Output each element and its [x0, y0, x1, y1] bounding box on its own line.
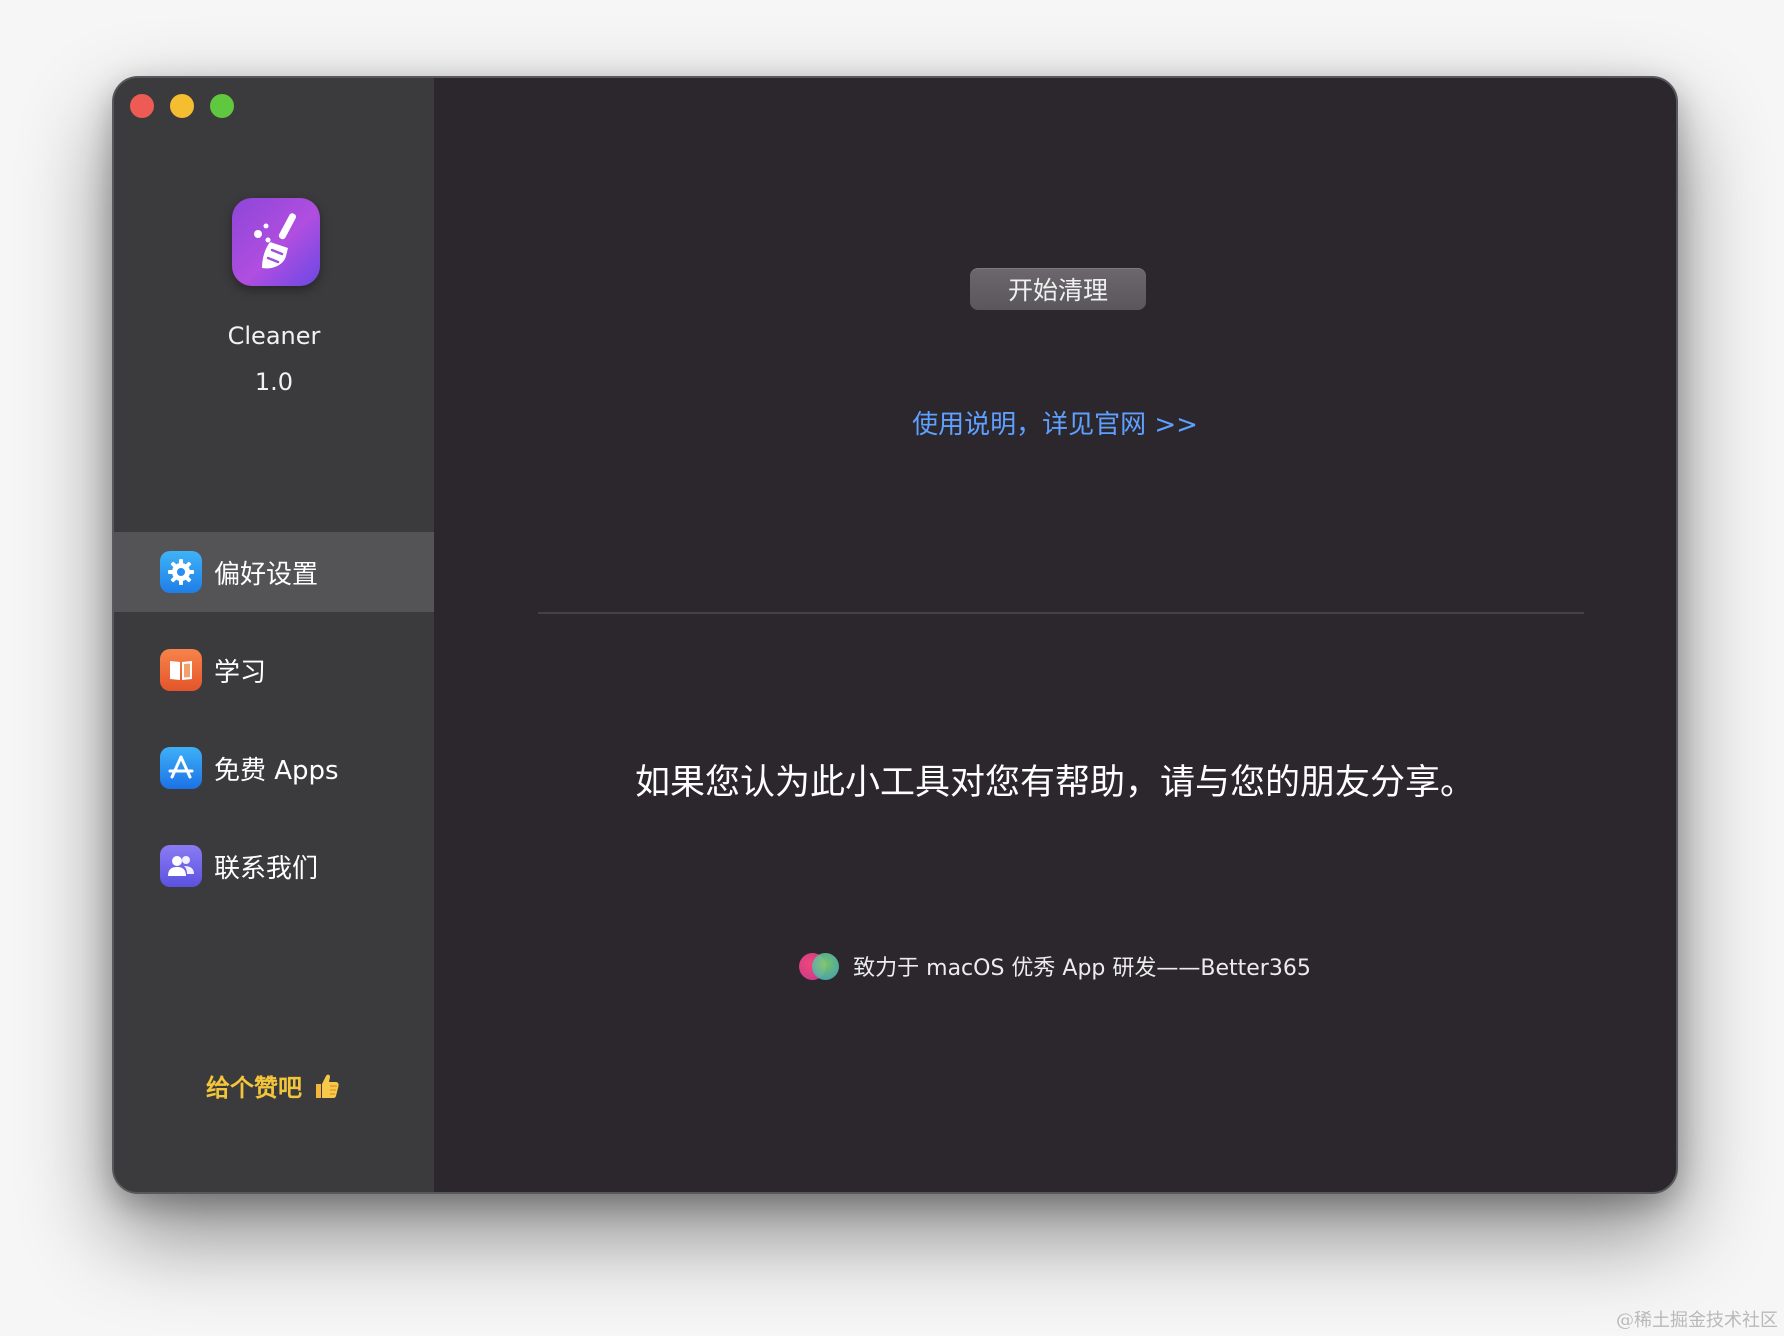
sidebar-item-preferences[interactable]: 偏好设置: [114, 532, 434, 612]
better365-logo-icon: [799, 951, 841, 981]
sidebar-item-label: 学习: [214, 657, 267, 688]
share-message: 如果您认为此小工具对您有帮助，请与您的朋友分享。: [634, 763, 1475, 803]
app-version: 1.0: [254, 368, 294, 396]
zoom-window-button[interactable]: [210, 94, 234, 118]
sidebar-item-learn[interactable]: 学习: [114, 630, 434, 710]
sidebar-item-free-apps[interactable]: 免费 Apps: [114, 728, 434, 808]
like-row[interactable]: 给个赞吧: [114, 1068, 434, 1103]
docs-link[interactable]: 使用说明，详见官网 >>: [434, 404, 1676, 441]
book-icon: [160, 649, 202, 691]
start-clean-button[interactable]: 开始清理: [970, 268, 1146, 310]
like-label[interactable]: 给个赞吧: [206, 1068, 302, 1103]
sidebar-item-label: 联系我们: [214, 853, 319, 884]
broom-icon: [232, 198, 320, 286]
footer-text: 致力于 macOS 优秀 App 研发——Better365: [853, 956, 1311, 981]
divider: [538, 612, 1584, 614]
app-store-icon: [160, 747, 202, 789]
main-panel: 开始清理 使用说明，详见官网 >> 如果您认为此小工具对您有帮助，请与您的朋友分…: [434, 78, 1676, 1192]
sidebar-item-label: 偏好设置: [214, 559, 319, 590]
watermark: @稀土掘金技术社区: [1616, 1310, 1778, 1331]
sidebar-item-contact[interactable]: 联系我们: [114, 826, 434, 906]
close-window-button[interactable]: [130, 94, 154, 118]
contacts-icon: [160, 845, 202, 887]
sidebar: Cleaner 1.0 偏好设置 学习 免费 Apps 联系我们 给个赞吧: [114, 78, 434, 1192]
sidebar-item-label: 免费 Apps: [214, 755, 339, 786]
minimize-window-button[interactable]: [170, 94, 194, 118]
app-window: Cleaner 1.0 偏好设置 学习 免费 Apps 联系我们 给个赞吧 开始…: [112, 76, 1678, 1194]
footer: 致力于 macOS 优秀 App 研发——Better365: [434, 950, 1676, 982]
gear-icon: [160, 551, 202, 593]
app-name: Cleaner: [227, 322, 321, 350]
thumbs-up-icon: [316, 1074, 339, 1098]
